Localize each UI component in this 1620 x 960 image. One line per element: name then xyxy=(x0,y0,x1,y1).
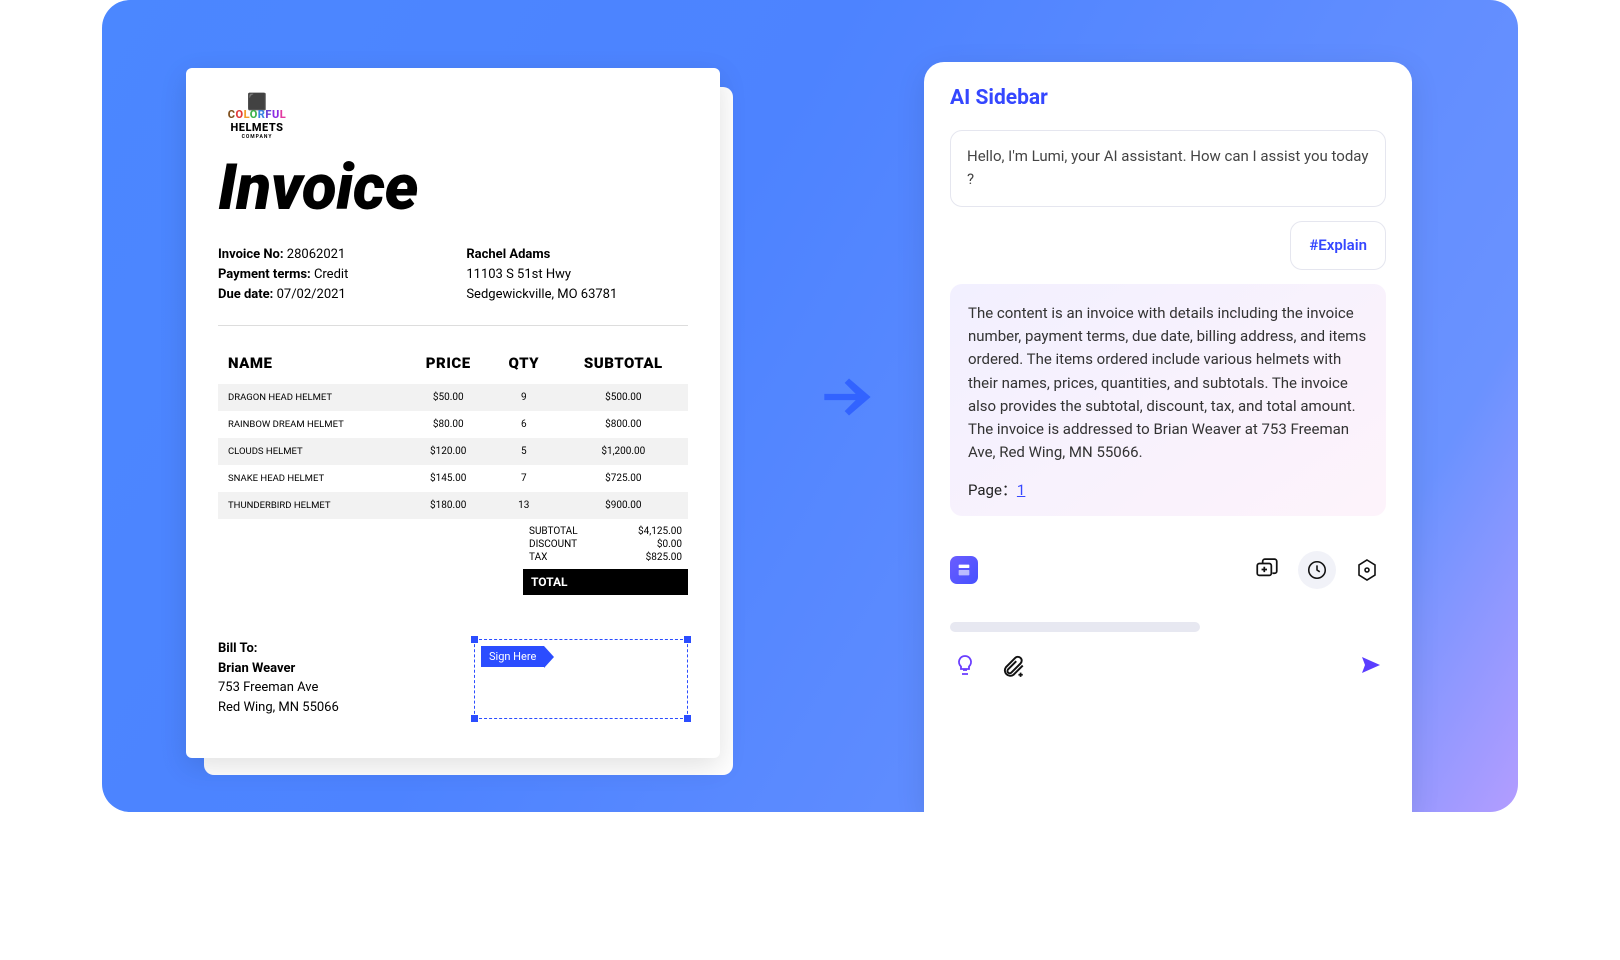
attachment-icon[interactable] xyxy=(998,650,1028,680)
totals-block: SUBTOTAL$4,125.00 DISCOUNT$0.00 TAX$825.… xyxy=(523,525,688,595)
ai-sidebar-title: AI Sidebar xyxy=(950,86,1386,110)
settings-hex-icon[interactable] xyxy=(1348,551,1386,589)
item-qty: 9 xyxy=(489,384,555,411)
brand-sub: COMPANY xyxy=(242,134,273,140)
send-icon[interactable] xyxy=(1356,650,1386,680)
sign-here-tag: Sign Here xyxy=(481,646,544,667)
total-row: TOTAL xyxy=(523,569,688,595)
brand-logo: ⬛ COLORFUL HELMETS COMPANY xyxy=(218,94,296,140)
invoice-footer: Bill To: Brian Weaver 753 Freeman Ave Re… xyxy=(218,639,688,719)
item-price: $80.00 xyxy=(403,411,489,438)
item-subtotal: $500.00 xyxy=(555,384,688,411)
item-name: DRAGON HEAD HELMET xyxy=(218,384,403,411)
history-icon[interactable] xyxy=(1298,551,1336,589)
table-row: CLOUDS HELMET$120.005$1,200.00 xyxy=(218,438,688,465)
items-table: NAME PRICE QTY SUBTOTAL DRAGON HEAD HELM… xyxy=(218,342,688,519)
item-price: $120.00 xyxy=(403,438,489,465)
ai-tool-row xyxy=(950,550,1386,590)
ai-app-icon[interactable] xyxy=(950,556,978,584)
invoice-meta-left: Invoice No: 28062021 Payment terms: Cred… xyxy=(218,245,348,305)
signature-field[interactable]: Sign Here xyxy=(474,639,688,719)
item-price: $145.00 xyxy=(403,465,489,492)
item-qty: 7 xyxy=(489,465,555,492)
item-subtotal: $725.00 xyxy=(555,465,688,492)
table-row: SNAKE HEAD HELMET$145.007$725.00 xyxy=(218,465,688,492)
arrow-right-icon xyxy=(812,360,886,434)
ai-sidebar-panel: AI Sidebar Hello, I'm Lumi, your AI assi… xyxy=(924,62,1412,812)
invoice-document: ⬛ COLORFUL HELMETS COMPANY Invoice Invoi… xyxy=(186,68,720,758)
copy-chat-icon[interactable] xyxy=(1248,551,1286,589)
table-row: RAINBOW DREAM HELMET$80.006$800.00 xyxy=(218,411,688,438)
brand-top: COLORFUL xyxy=(228,108,286,121)
item-qty: 6 xyxy=(489,411,555,438)
item-subtotal: $1,200.00 xyxy=(555,438,688,465)
item-subtotal: $800.00 xyxy=(555,411,688,438)
table-row: DRAGON HEAD HELMET$50.009$500.00 xyxy=(218,384,688,411)
ai-greeting-bubble: Hello, I'm Lumi, your AI assistant. How … xyxy=(950,130,1386,207)
brand-bottom: HELMETS xyxy=(231,121,284,134)
ai-input-row xyxy=(950,650,1386,696)
item-name: SNAKE HEAD HELMET xyxy=(218,465,403,492)
col-price: PRICE xyxy=(403,342,489,384)
bill-to: Bill To: Brian Weaver 753 Freeman Ave Re… xyxy=(218,639,339,719)
invoice-customer: Rachel Adams 11103 S 51st Hwy Sedgewickv… xyxy=(466,245,617,305)
table-row: THUNDERBIRD HELMET$180.0013$900.00 xyxy=(218,492,688,519)
col-subtotal: SUBTOTAL xyxy=(555,342,688,384)
item-qty: 5 xyxy=(489,438,555,465)
item-name: CLOUDS HELMET xyxy=(218,438,403,465)
col-name: NAME xyxy=(218,342,403,384)
lightbulb-icon[interactable] xyxy=(950,650,980,680)
item-price: $50.00 xyxy=(403,384,489,411)
app-canvas: ⬛ COLORFUL HELMETS COMPANY Invoice Invoi… xyxy=(102,0,1518,812)
item-qty: 13 xyxy=(489,492,555,519)
ai-response-text: The content is an invoice with details i… xyxy=(968,302,1368,465)
item-name: THUNDERBIRD HELMET xyxy=(218,492,403,519)
ai-response-bubble: The content is an invoice with details i… xyxy=(950,284,1386,516)
col-qty: QTY xyxy=(489,342,555,384)
item-name: RAINBOW DREAM HELMET xyxy=(218,411,403,438)
explain-tag-bubble[interactable]: #Explain xyxy=(1290,221,1386,270)
invoice-meta: Invoice No: 28062021 Payment terms: Cred… xyxy=(218,245,688,305)
item-subtotal: $900.00 xyxy=(555,492,688,519)
progress-placeholder xyxy=(950,622,1200,632)
page-reference: Page：1 xyxy=(968,479,1368,502)
page-link[interactable]: 1 xyxy=(1017,481,1025,499)
item-price: $180.00 xyxy=(403,492,489,519)
invoice-heading: Invoice xyxy=(218,150,688,225)
divider xyxy=(218,325,688,326)
